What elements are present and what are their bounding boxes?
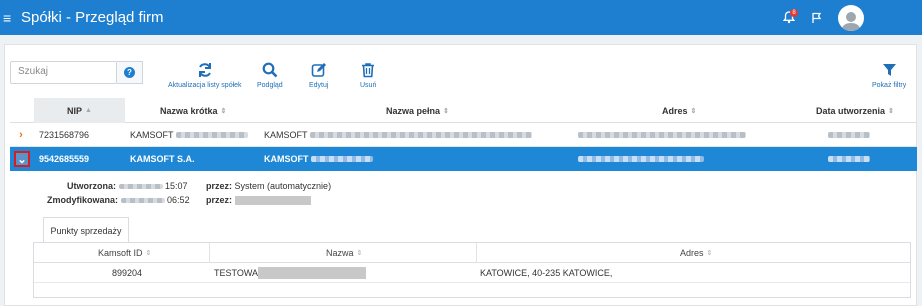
pos-table-header: Kamsoft ID ⇕ Nazwa ⇕ Adres ⇕	[34, 243, 910, 263]
sort-icon: ⇕	[888, 107, 894, 115]
nip-cell: 7231568796	[39, 130, 90, 140]
edit-icon	[311, 63, 326, 77]
page-title: Spółki - Przegląd firm	[21, 9, 164, 26]
filter-icon	[882, 64, 896, 76]
pos-name-cell: TESTOWA	[214, 268, 259, 278]
pos-address-cell: KATOWICE, 40-235 KATOWICE,	[480, 268, 613, 278]
column-header-address[interactable]: Adres ⇕	[662, 98, 696, 123]
modified-info: Zmodyfikowana: 06:52	[47, 195, 190, 205]
redacted-date	[828, 132, 870, 138]
points-of-sale-panel: Kamsoft ID ⇕ Nazwa ⇕ Adres ⇕ 899204 TESTOWA…	[33, 242, 911, 298]
column-header-kamsoft-id[interactable]: Kamsoft ID ⇕	[98, 243, 151, 263]
sort-ascending-icon: ▲	[85, 107, 92, 114]
redacted-date	[120, 198, 165, 203]
flag-icon[interactable]	[806, 7, 828, 29]
created-info: Utworzona: 15:07	[67, 181, 188, 191]
delete-label: Usuń	[360, 82, 377, 89]
show-filters-button[interactable]: Pokaż filtry	[872, 62, 906, 89]
preview-label: Podgląd	[257, 82, 283, 89]
edit-label: Edytuj	[309, 82, 329, 89]
modified-by-info: przez:	[206, 195, 311, 206]
search-help-button[interactable]: ?	[117, 61, 143, 84]
user-avatar[interactable]	[838, 4, 864, 31]
preview-button[interactable]: Podgląd	[257, 62, 283, 89]
edit-button[interactable]: Edytuj	[309, 62, 328, 89]
tab-points-of-sale[interactable]: Punkty sprzedaży	[43, 217, 129, 243]
delete-button[interactable]: Usuń	[360, 62, 376, 89]
column-header-creation-date[interactable]: Data utworzenia ⇕	[816, 98, 894, 123]
redacted-date	[828, 156, 870, 162]
pos-table-row[interactable]: 899204 TESTOWA KATOWICE, 40-235 KATOWICE…	[34, 263, 910, 283]
refresh-label: Aktualizacja listy spółek	[168, 82, 242, 89]
refresh-list-button[interactable]: Aktualizacja listy spółek	[168, 62, 242, 89]
created-by-info: przez: System (automatycznie)	[206, 181, 332, 191]
redacted-text	[176, 132, 249, 138]
column-header-short-name[interactable]: Nazwa krótka ⇕	[160, 98, 226, 123]
help-icon: ?	[124, 67, 135, 78]
sort-icon: ⇕	[443, 107, 449, 115]
expand-row-icon[interactable]: ›	[14, 128, 28, 142]
table-row-selected[interactable]: ⌄ 9542685559 KAMSOFT S.A. KAMSOFT	[10, 147, 917, 171]
trash-icon	[362, 63, 375, 78]
redacted-user	[234, 196, 311, 206]
top-app-bar: ≡ Spółki - Przegląd firm 8	[0, 0, 922, 35]
menu-icon[interactable]: ≡	[3, 11, 17, 25]
sort-icon: ⇕	[220, 107, 227, 115]
magnifier-icon	[262, 62, 278, 78]
notification-count-badge: 8	[790, 8, 798, 17]
column-header-full-name[interactable]: Nazwa pełna ⇕	[386, 98, 449, 123]
search-input[interactable]: Szukaj	[10, 61, 117, 84]
sort-icon: ⇕	[356, 250, 363, 257]
short-name-cell: KAMSOFT	[130, 130, 174, 140]
sort-icon: ⇕	[145, 250, 152, 257]
redacted-address	[578, 156, 704, 162]
companies-table-header: NIP ▲ Nazwa krótka ⇕ Nazwa pełna ⇕ Adres ⇕ D…	[10, 98, 917, 123]
redacted-address	[578, 132, 746, 138]
sort-icon: ⇕	[706, 250, 713, 257]
table-row[interactable]: › 7231568796 KAMSOFT KAMSOFT	[10, 123, 917, 147]
kamsoft-id-cell: 899204	[112, 268, 143, 278]
column-header-name[interactable]: Nazwa ⇕	[326, 243, 362, 263]
collapse-row-icon[interactable]: ⌄	[14, 151, 30, 167]
notifications-bell-icon[interactable]: 8	[778, 7, 800, 29]
sort-icon: ⇕	[690, 107, 697, 115]
column-header-nip[interactable]: NIP ▲	[34, 98, 125, 123]
redacted-text	[311, 156, 374, 162]
refresh-icon	[198, 63, 211, 77]
companies-panel: Szukaj ? Aktualizacja listy spółek Podgl…	[4, 44, 917, 306]
filters-label: Pokaż filtry	[872, 82, 907, 89]
redacted-date	[118, 184, 163, 189]
redacted-text	[310, 132, 533, 138]
redacted-text	[258, 267, 367, 279]
short-name-cell: KAMSOFT S.A.	[130, 154, 195, 164]
column-header-address[interactable]: Adres ⇕	[680, 243, 712, 263]
full-name-cell: KAMSOFT	[264, 130, 308, 140]
nip-cell: 9542685559	[39, 154, 90, 164]
full-name-cell: KAMSOFT	[264, 154, 309, 164]
